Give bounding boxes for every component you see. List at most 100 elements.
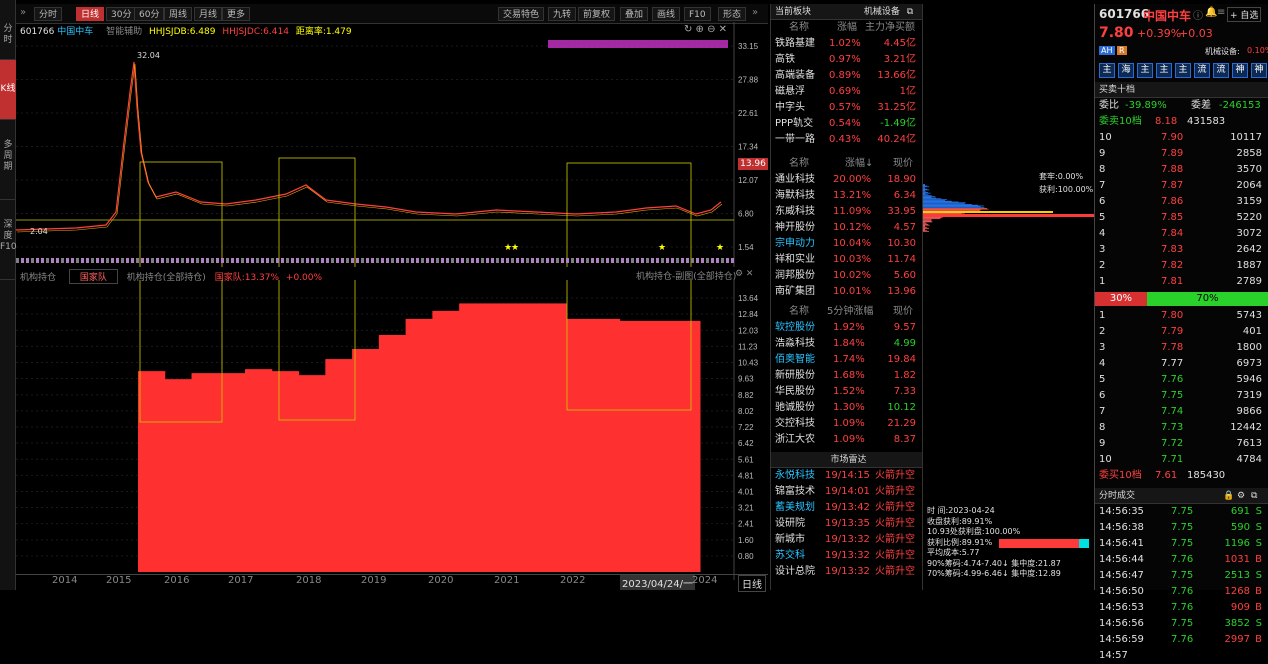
asks-row[interactable]: 9 7.89 2858	[1095, 146, 1268, 162]
asks-row[interactable]: 1 7.81 2789	[1095, 274, 1268, 290]
quote-code: 601766	[1099, 7, 1150, 21]
radar-row[interactable]: 蓄美规划 19/13:42 火箭升空	[771, 500, 922, 516]
asks-row[interactable]: 4 7.84 3072	[1095, 226, 1268, 242]
five_min-row[interactable]: 驰诚股份 1.30% 10.12	[771, 400, 922, 416]
tab-f10[interactable]: 深度F10	[0, 200, 17, 280]
nav-icon[interactable]: 流	[1213, 63, 1229, 78]
asks-row[interactable]: 5 7.85 5220	[1095, 210, 1268, 226]
radar-row[interactable]: 新城市 19/13:32 火箭升空	[771, 532, 922, 548]
menu-icon[interactable]: ≡	[1217, 7, 1225, 18]
bids-row[interactable]: 7 7.74 9866	[1095, 404, 1268, 420]
nav-icon[interactable]: 海	[1118, 63, 1134, 78]
bids-row[interactable]: 10 7.71 4784	[1095, 452, 1268, 468]
expand-icon[interactable]: »	[20, 7, 26, 18]
nav-icon[interactable]: 主	[1175, 63, 1191, 78]
tab-multi-period[interactable]: 多周期	[0, 120, 16, 200]
five_min-row[interactable]: 新研股份 1.68% 1.82	[771, 368, 922, 384]
period-month[interactable]: 月线	[194, 7, 223, 21]
asks-row[interactable]: 8 7.88 3570	[1095, 162, 1268, 178]
five_min-row[interactable]: 华民股份 1.52% 7.33	[771, 384, 922, 400]
col-pct[interactable]: 涨幅↓	[845, 156, 873, 172]
radar-row[interactable]: 设研院 19/13:35 火箭升空	[771, 516, 922, 532]
asks-row[interactable]: 2 7.82 1887	[1095, 258, 1268, 274]
nav-icon[interactable]: 主	[1099, 63, 1115, 78]
period-day-button[interactable]: 日线	[738, 575, 766, 592]
sector-row[interactable]: 铁路基建 1.02% 4.45亿	[771, 36, 922, 52]
nav-icon[interactable]: 主	[1137, 63, 1153, 78]
sub-gear-icon[interactable]: ⚙ ✕	[735, 269, 753, 279]
period-day[interactable]: 日线	[76, 7, 105, 21]
asks-row[interactable]: 3 7.83 2642	[1095, 242, 1268, 258]
bids-row[interactable]: 2 7.79 401	[1095, 324, 1268, 340]
f10-button[interactable]: F10	[684, 7, 711, 21]
asks-row[interactable]: 7 7.87 2064	[1095, 178, 1268, 194]
signal-marker	[501, 258, 504, 263]
bids-row[interactable]: 9 7.72 7613	[1095, 436, 1268, 452]
self-select-button[interactable]: + 自选	[1227, 7, 1262, 22]
sector-title[interactable]: 当前板块	[775, 7, 811, 17]
bids-row[interactable]: 1 7.80 5743	[1095, 308, 1268, 324]
bell-icon[interactable]: 🔔	[1205, 7, 1217, 18]
radar-row[interactable]: 永悦科技 19/14:15 火箭升空	[771, 468, 922, 484]
ticks-title[interactable]: 分时成交	[1099, 491, 1135, 501]
trade-feature-button[interactable]: 交易特色	[498, 7, 545, 21]
collapse-icon[interactable]: »	[752, 7, 758, 18]
radar-row[interactable]: 锦富技术 19/14:01 火箭升空	[771, 484, 922, 500]
gainers-row[interactable]: 神开股份 10.12% 4.57	[771, 220, 922, 236]
nav-icon[interactable]: 流	[1194, 63, 1210, 78]
period-30m[interactable]: 30分	[106, 7, 137, 21]
bids-row[interactable]: 5 7.76 5946	[1095, 372, 1268, 388]
period-timeshare[interactable]: 分时	[34, 7, 63, 21]
sector-row[interactable]: 高端装备 0.89% 13.66亿	[771, 68, 922, 84]
sector-row[interactable]: 磁悬浮 0.69% 1亿	[771, 84, 922, 100]
five_min-row[interactable]: 交控科技 1.09% 21.29	[771, 416, 922, 432]
pattern-button[interactable]: 形态	[718, 7, 747, 21]
radar-row[interactable]: 设计总院 19/13:32 火箭升空	[771, 564, 922, 580]
lock-icon[interactable]: 🔒	[1223, 488, 1234, 504]
r-tag[interactable]: R	[1117, 46, 1127, 55]
ah-tag[interactable]: AH	[1099, 46, 1115, 55]
asks-row[interactable]: 6 7.86 3159	[1095, 194, 1268, 210]
five_min-row[interactable]: 软控股份 1.92% 9.57	[771, 320, 922, 336]
radar-title[interactable]: 市场雷达	[771, 452, 922, 468]
radar-row[interactable]: 苏交科 19/13:32 火箭升空	[771, 548, 922, 564]
gainers-row[interactable]: 润邦股份 10.02% 5.60	[771, 268, 922, 284]
gainers-row[interactable]: 通业科技 20.00% 18.90	[771, 172, 922, 188]
five_min-row[interactable]: 佰奥智能 1.74% 19.84	[771, 352, 922, 368]
book-title[interactable]: 买卖十档	[1095, 82, 1268, 98]
gainers-row[interactable]: 东威科技 11.09% 33.95	[771, 204, 922, 220]
popout-icon[interactable]: ⧉	[907, 7, 913, 17]
sector-row[interactable]: 高铁 0.97% 3.21亿	[771, 52, 922, 68]
tab-kline[interactable]: K线	[0, 60, 16, 120]
sector-related[interactable]: 机械设备	[864, 7, 900, 17]
bids-row[interactable]: 4 7.77 6973	[1095, 356, 1268, 372]
period-more[interactable]: 更多	[222, 7, 251, 21]
overlay-button[interactable]: 叠加	[620, 7, 649, 21]
period-week[interactable]: 周线	[164, 7, 193, 21]
sector-row[interactable]: 一带一路 0.43% 40.24亿	[771, 132, 922, 148]
asks-row[interactable]: 10 7.90 10117	[1095, 130, 1268, 146]
nav-icon[interactable]: 主	[1156, 63, 1172, 78]
gainers-row[interactable]: 祥和实业 10.03% 11.74	[771, 252, 922, 268]
sector-row[interactable]: PPP轨交 0.54% -1.49亿	[771, 116, 922, 132]
bids-row[interactable]: 3 7.78 1800	[1095, 340, 1268, 356]
info-icon[interactable]: ⓘ	[1193, 7, 1203, 22]
settings-icon[interactable]: ⚙	[1237, 488, 1245, 504]
draw-button[interactable]: 画线	[652, 7, 681, 21]
adjust-button[interactable]: 前复权	[578, 7, 616, 21]
five_min-row[interactable]: 浩淼科技 1.84% 4.99	[771, 336, 922, 352]
bids-row[interactable]: 8 7.73 12442	[1095, 420, 1268, 436]
five_min-row[interactable]: 浙江大农 1.09% 8.37	[771, 432, 922, 448]
nav-icon[interactable]: 神	[1251, 63, 1267, 78]
sector-row[interactable]: 中字头 0.57% 31.25亿	[771, 100, 922, 116]
popout-icon[interactable]: ⧉	[1251, 488, 1257, 504]
nine-turn-button[interactable]: 九转	[548, 7, 577, 21]
gainers-row[interactable]: 海默科技 13.21% 6.34	[771, 188, 922, 204]
tab-timeshare[interactable]: 分时	[0, 0, 16, 60]
period-60m[interactable]: 60分	[134, 7, 165, 21]
bids-row[interactable]: 6 7.75 7319	[1095, 388, 1268, 404]
quote-tags-row: AH R 机械设备: 0.10%	[1095, 44, 1268, 60]
gainers-row[interactable]: 南矿集团 10.01% 13.96	[771, 284, 922, 300]
nav-icon[interactable]: 神	[1232, 63, 1248, 78]
gainers-row[interactable]: 宗申动力 10.04% 10.30	[771, 236, 922, 252]
